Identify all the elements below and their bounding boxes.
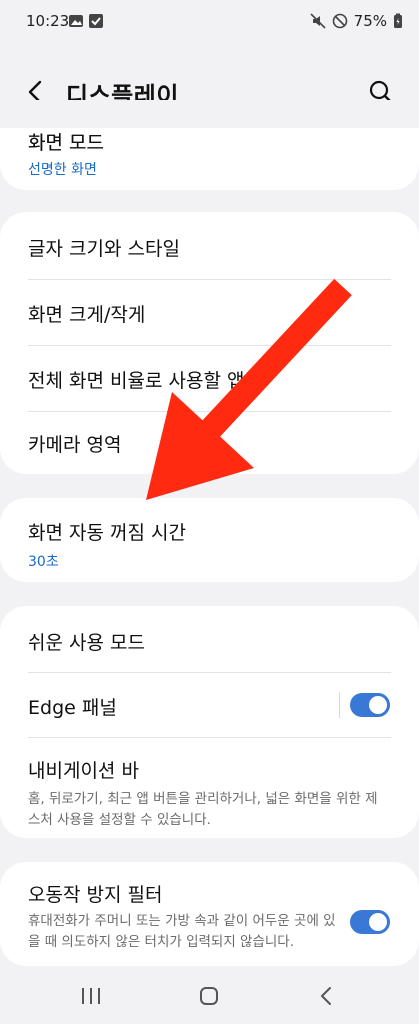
back-nav-icon[interactable] — [318, 986, 334, 1006]
arrow-shaft — [199, 278, 352, 441]
home-icon[interactable] — [198, 986, 220, 1006]
recent-apps-icon[interactable] — [80, 986, 102, 1006]
red-arrow-annotation — [146, 278, 352, 500]
system-nav-bar — [0, 970, 419, 1024]
